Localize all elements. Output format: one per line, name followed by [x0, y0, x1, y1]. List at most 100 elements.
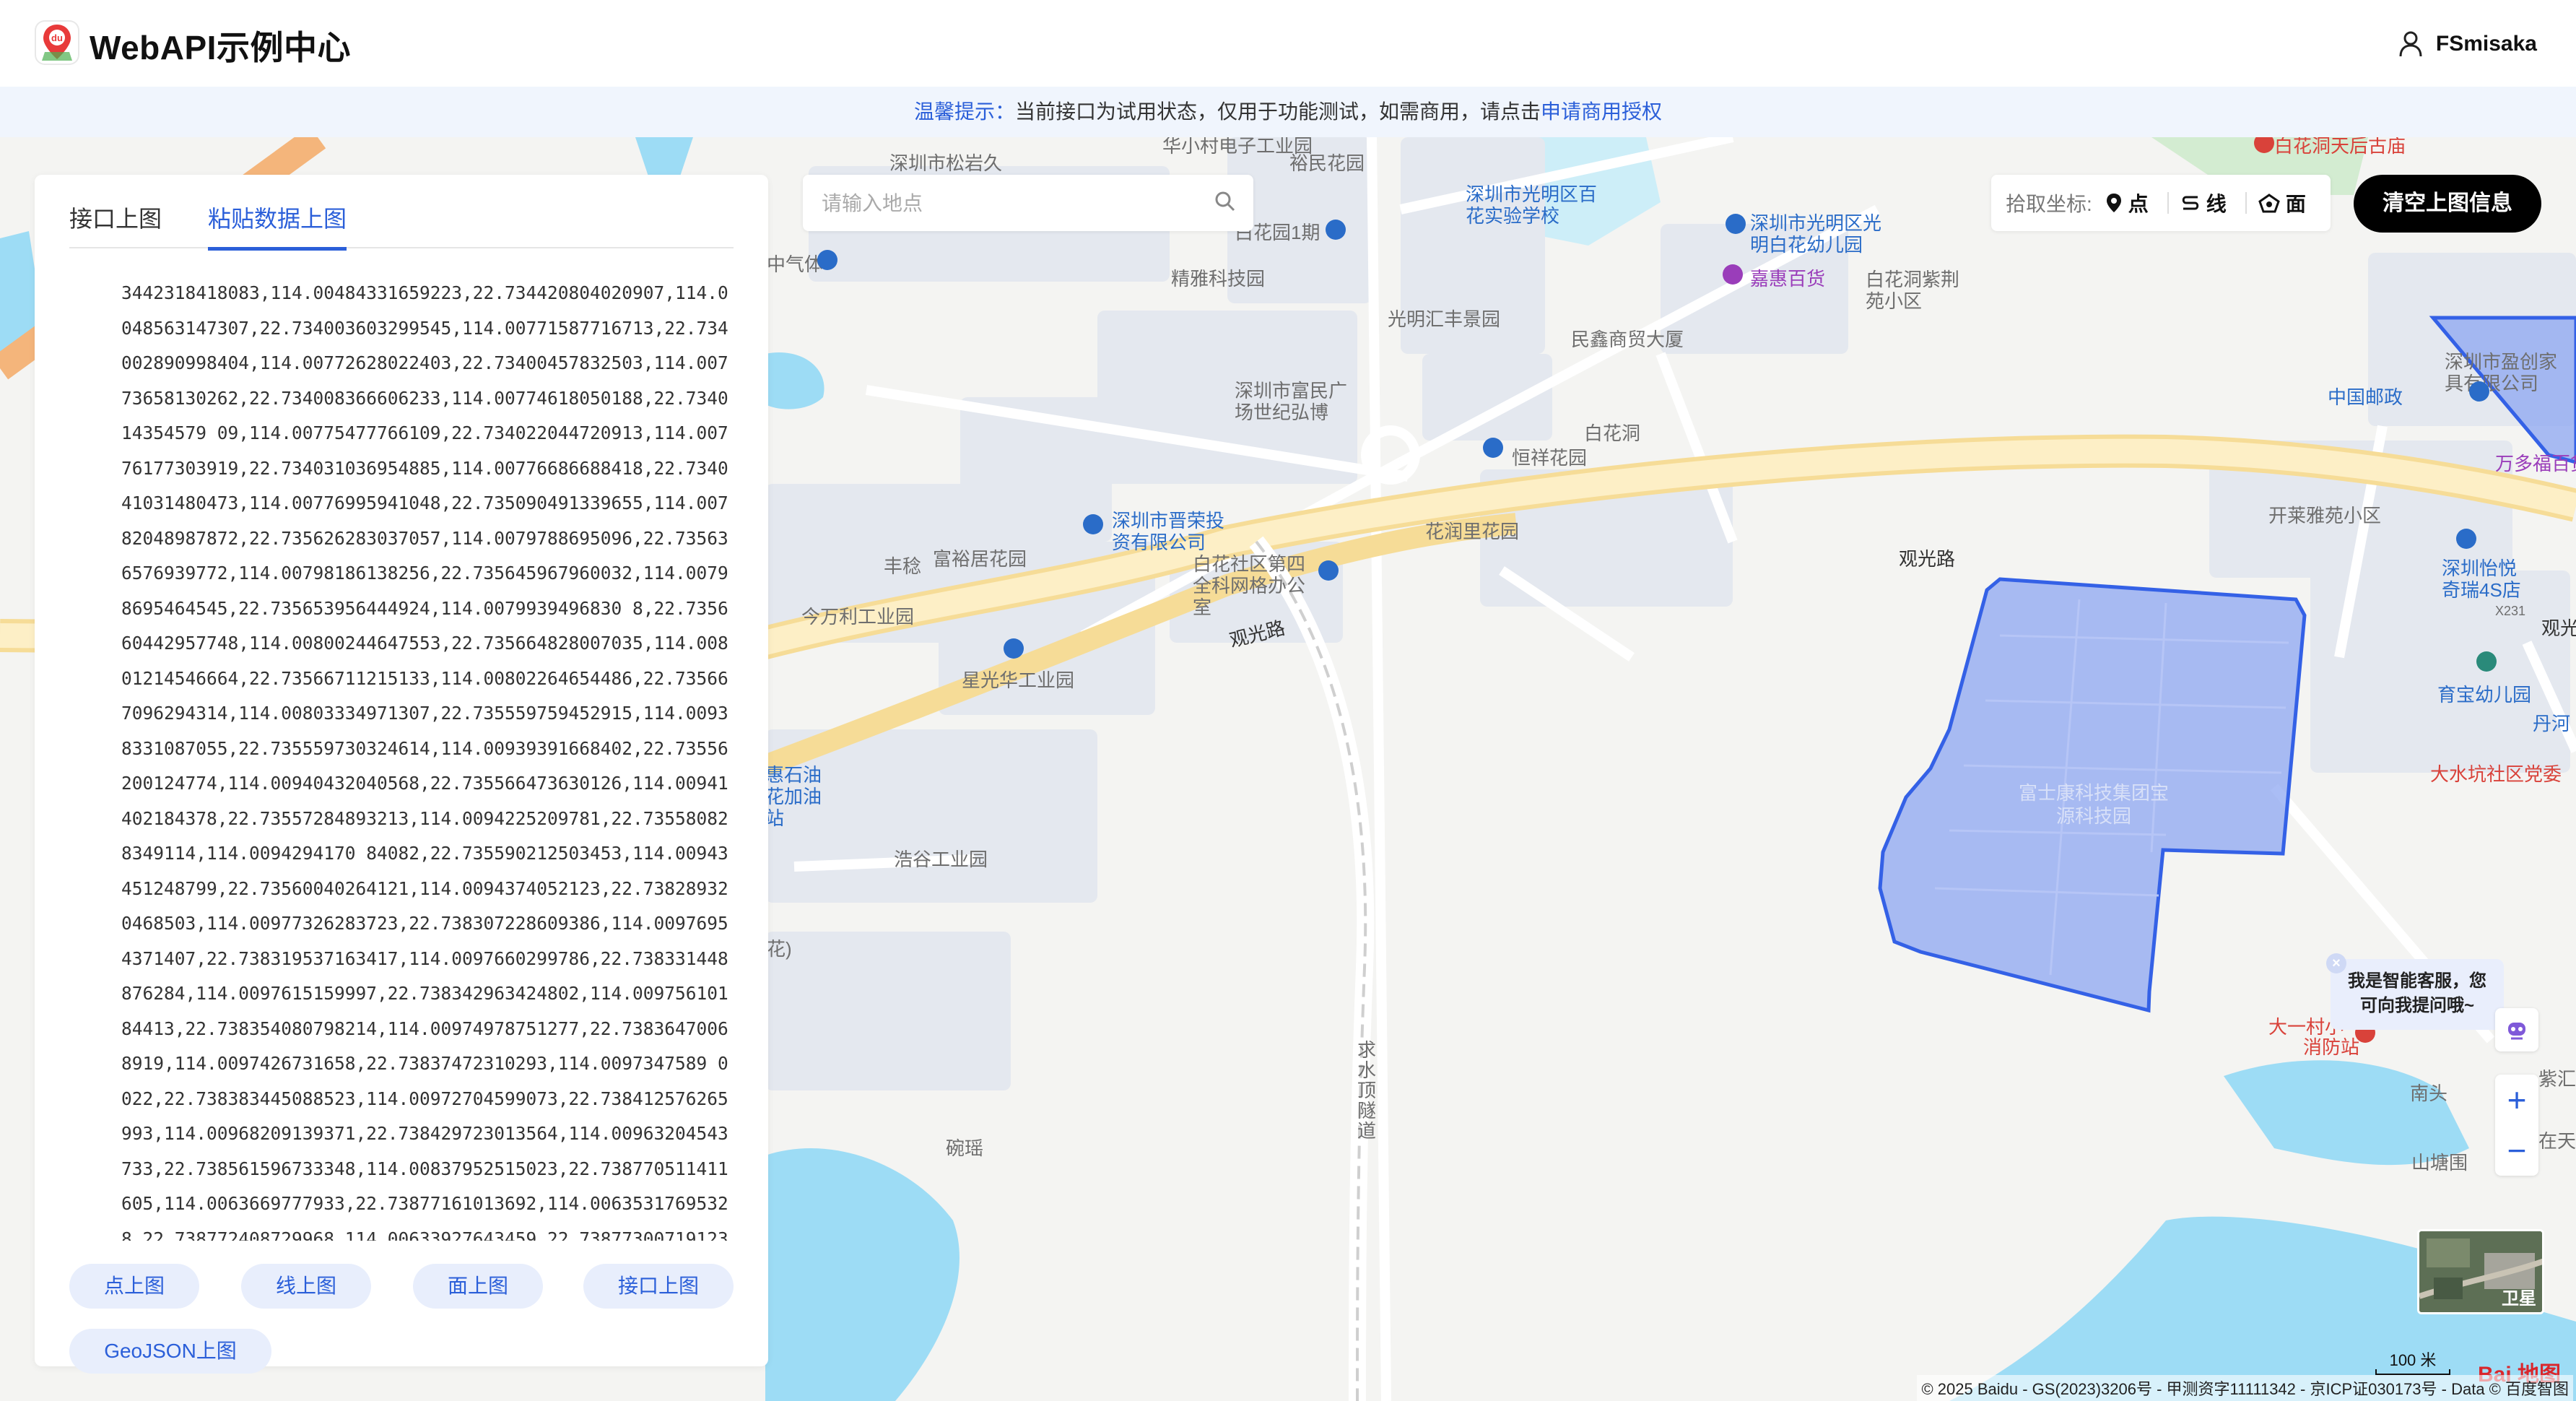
divider — [2167, 192, 2169, 214]
close-icon[interactable]: × — [2326, 953, 2346, 973]
map-label: 白花洞 — [1584, 422, 1641, 444]
map-label: 丹河 — [2533, 713, 2571, 734]
person-icon — [2399, 31, 2422, 57]
polygon-icon — [2258, 194, 2280, 213]
map-label: 紫汇 — [2538, 1068, 2576, 1090]
map-label: 富裕居花园 — [933, 548, 1027, 570]
pick-polygon-button[interactable]: 面 — [2258, 188, 2306, 217]
notice-title: 温馨提示： — [913, 100, 1015, 123]
tunnel-label: 求水顶隧道 — [1357, 1039, 1377, 1142]
notice-bar: 温馨提示：当前接口为试用状态，仅用于功能测试，如需商用，请点击申请商用授权 — [0, 87, 2576, 137]
map-label: 光明汇丰景园 — [1388, 308, 1501, 330]
app-title: WebAPI示例中心 — [90, 29, 351, 66]
robot-icon — [2508, 1023, 2525, 1040]
map-label: 民鑫商贸大厦 — [1571, 329, 1684, 350]
map-label: 深圳市光明区光明白花幼儿园 — [1750, 212, 1882, 256]
map-label: 白花洞紫荆苑小区 — [1866, 269, 1960, 312]
map-label: 深圳市晋荣投资有限公司 — [1112, 510, 1225, 553]
road-label: 观光路 — [1899, 548, 1956, 570]
point-upload-button[interactable]: 点上图 — [69, 1264, 199, 1309]
user-menu[interactable]: FSmisaka — [2398, 26, 2537, 62]
map-label: 精雅科技园 — [1171, 268, 1266, 290]
map-label: 碗瑶 — [946, 1137, 984, 1159]
map-label: 中气体 — [767, 253, 824, 275]
pick-line-label: 线 — [2206, 193, 2227, 215]
notice-text: 当前接口为试用状态，仅用于功能测试，如需商用，请点击 — [1014, 100, 1541, 123]
map-label: 白花社区第四全科网格办公室 — [1193, 553, 1306, 618]
map-label: 花) — [767, 938, 792, 960]
divider — [2245, 192, 2247, 214]
line-icon — [2182, 196, 2199, 210]
map-label: 浩谷工业园 — [894, 849, 988, 870]
road-label: 观光 — [2541, 617, 2576, 639]
map-label: 开莱雅苑小区 — [2268, 505, 2382, 526]
map-copyright: © 2025 Baidu - GS(2023)3206号 - 甲测资字11111… — [1917, 1375, 2573, 1401]
map-label: 南头 — [2410, 1083, 2448, 1104]
poi-marker-icon[interactable] — [1083, 514, 1103, 534]
map-label: 星光华工业园 — [962, 669, 1075, 691]
paste-data-textarea[interactable] — [69, 276, 734, 1241]
top-header: du WebAPI示例中心 FSmisaka — [0, 0, 2576, 87]
map-scale: 100 米 — [2375, 1348, 2450, 1375]
poi-marker-icon[interactable] — [1004, 638, 1024, 659]
panel-tabs: 接口上图 粘贴数据上图 — [69, 194, 734, 251]
ai-assistant-button[interactable] — [2495, 1008, 2538, 1051]
poi-marker-icon[interactable] — [1326, 220, 1346, 240]
place-search-input[interactable] — [820, 175, 1198, 233]
poi-marker-icon[interactable] — [1483, 438, 1503, 458]
map-label: 深圳市光明区百花实验学校 — [1466, 183, 1598, 227]
bubble-text-line2: 可向我提问哦~ — [2359, 996, 2474, 1015]
map-label: 深圳市盈创家具有限公司 — [2445, 351, 2558, 394]
ai-service-bubble[interactable]: × 我是智能客服，您 可向我提问哦~ — [2326, 953, 2504, 1030]
pin-icon — [2106, 194, 2121, 212]
map-label: 山塘围 — [2411, 1152, 2468, 1174]
zoom-control: + − — [2495, 1075, 2538, 1176]
search-icon[interactable] — [1214, 191, 1236, 212]
pick-line-button[interactable]: 线 — [2180, 188, 2227, 217]
map-label: 大水坑社区党委 — [2430, 763, 2562, 785]
map-label: 在天 — [2538, 1130, 2576, 1152]
api-upload-button[interactable]: 接口上图 — [583, 1264, 734, 1309]
polygon-upload-button[interactable]: 面上图 — [413, 1264, 543, 1309]
line-upload-button[interactable]: 线上图 — [241, 1264, 371, 1309]
scale-label: 100 米 — [2389, 1351, 2437, 1369]
tab-api-upload[interactable]: 接口上图 — [69, 201, 162, 247]
zoom-in-button[interactable]: + — [2495, 1075, 2538, 1125]
poi-marker-icon[interactable] — [2456, 529, 2476, 549]
map-label: 丰稔 — [884, 555, 922, 577]
svg-text:du: du — [51, 32, 63, 43]
username: FSmisaka — [2435, 32, 2537, 56]
place-search-box — [803, 175, 1253, 233]
map-label: 消防站 — [2303, 1036, 2360, 1058]
poi-marker-icon[interactable] — [1318, 560, 1339, 581]
map-label: 今万利工业园 — [801, 606, 915, 628]
baidu-du-pin-icon[interactable]: du — [35, 20, 79, 65]
clear-overlays-button[interactable]: 清空上图信息 — [2354, 175, 2541, 233]
apply-license-link[interactable]: 申请商用授权 — [1541, 100, 1662, 123]
poi-marker-icon[interactable] — [1723, 264, 1743, 285]
map-label: 深圳市松岩久 — [889, 152, 1003, 174]
road-number-label: X231 — [2495, 604, 2526, 618]
pick-coordinate-label: 拾取坐标: — [2006, 193, 2092, 215]
map-label: 万多福百货 — [2495, 453, 2576, 474]
data-panel: 接口上图 粘贴数据上图 点上图 线上图 面上图 接口上图 GeoJSON上图 — [35, 175, 768, 1374]
map-label: 深圳市富民广场世纪弘博 — [1235, 380, 1348, 423]
satellite-label: 卫星 — [2502, 1289, 2536, 1309]
pick-point-label: 点 — [2128, 193, 2149, 215]
pick-polygon-label: 面 — [2285, 193, 2306, 215]
geojson-upload-button[interactable]: GeoJSON上图 — [69, 1329, 271, 1374]
map-label: 花润里花园 — [1425, 521, 1520, 542]
poi-marker-icon[interactable] — [1726, 214, 1746, 234]
map-label: 嘉惠百货 — [1750, 268, 1826, 290]
satellite-toggle[interactable]: 卫星 — [2417, 1229, 2544, 1314]
zoom-out-button[interactable]: − — [2495, 1125, 2538, 1176]
bubble-text-line1: 我是智能客服，您 — [2348, 971, 2486, 991]
pick-point-button[interactable]: 点 — [2105, 188, 2149, 217]
polygon-label: 富士康科技集团宝源科技园 — [2018, 782, 2169, 827]
poi-marker-icon[interactable] — [817, 250, 837, 270]
map-label: 中国邮政 — [2328, 386, 2403, 408]
map-label: 育宝幼儿园 — [2437, 684, 2532, 706]
tab-paste-data[interactable]: 粘贴数据上图 — [208, 201, 347, 251]
poi-marker-icon[interactable] — [2469, 381, 2489, 402]
poi-marker-icon[interactable] — [2476, 651, 2497, 672]
